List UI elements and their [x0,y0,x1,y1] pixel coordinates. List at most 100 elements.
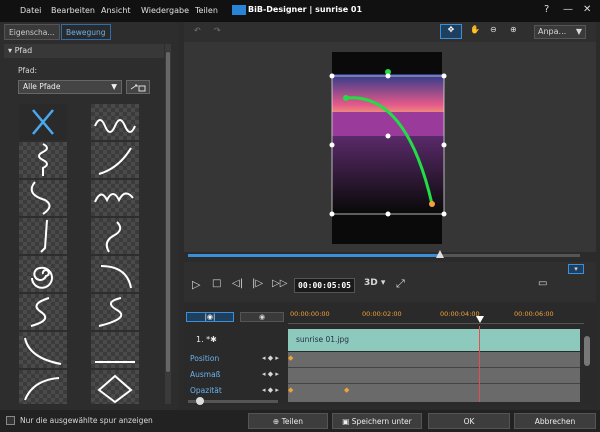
snapshot-icon[interactable]: ▭ [538,278,547,289]
path-none[interactable] [19,104,67,140]
minimize-icon[interactable]: — [563,4,573,15]
keyframe-nav-icon[interactable]: ◂ ◆ ▸ [262,386,279,394]
path-end-point[interactable] [429,201,435,207]
cancel-button[interactable]: Abbrechen [514,413,596,429]
timeline-ruler[interactable]: 00:00:00:00 00:00:02:00 00:00:04:00 00:0… [288,308,584,324]
only-selected-checkbox[interactable] [6,416,15,425]
path-swirl[interactable] [19,294,67,330]
zoom-in-icon[interactable]: ⊕ [510,25,517,34]
track-opazitaet[interactable]: Opazität [190,386,222,395]
chevron-down-icon: ▼ [575,27,582,36]
redo-icon[interactable]: ↷ [214,26,221,35]
path-diagonal[interactable] [19,332,67,368]
globe-icon: ⊕ [272,417,282,426]
keyframe-view-toggle[interactable]: ◉ [240,312,284,322]
hand-tool-icon[interactable]: ✋ [470,25,480,34]
next-frame-icon[interactable]: |▷ [252,278,263,289]
rise-path-icon [24,377,60,401]
playhead-handle[interactable] [436,250,444,258]
curve-path-icon [98,147,132,175]
path-wave-horizontal[interactable] [91,104,139,140]
undo-icon[interactable]: ↶ [194,26,201,35]
menu-wiedergabe[interactable]: Wiedergabe [141,6,189,15]
section-title: Pfad [14,46,33,55]
diagonal-path-icon [24,337,62,365]
preview-toolbar: ↶ ↷ ✥ ✋ ⊖ ⊕ Anpa... ▼ [184,22,596,42]
zoom-select[interactable]: Anpa... ▼ [534,25,586,39]
chevron-down-icon: ▼ [111,82,117,91]
cross-icon [32,109,54,135]
playhead-line [479,326,480,402]
keyframe-marker[interactable]: ◆ [344,386,349,394]
keyframe-nav-icon[interactable]: ◂ ◆ ▸ [262,370,279,378]
image-reflection [332,136,444,212]
select-tool-icon[interactable]: ✥ [440,24,462,39]
track-view-toggle[interactable]: |◉| [186,312,234,322]
keyframe-nav-icon[interactable]: ◂ ◆ ▸ [262,354,279,362]
path-arc[interactable] [91,256,139,292]
fast-forward-icon[interactable]: ▷▷ [272,278,287,289]
tab-bewegung[interactable]: Bewegung [61,24,111,40]
path-loops[interactable] [91,180,139,216]
preview-progress-rest [440,254,580,257]
path-diamond[interactable] [91,370,139,404]
timeline-scrollbar[interactable] [584,336,590,366]
track-ausmass[interactable]: Ausmaß [190,370,220,379]
line-path-icon [95,361,135,363]
keyframe-marker[interactable]: ◆ [288,354,293,362]
menu-bearbeiten[interactable]: Bearbeiten [51,6,95,15]
timecode-display[interactable]: 00:00:05:05 [294,278,355,293]
zigzag-path-icon [38,143,48,176]
tab-eigenschaften[interactable]: Eigenscha... [4,24,60,40]
fullscreen-icon[interactable]: ⤢ [396,277,405,291]
path-zigzag-down[interactable] [19,142,67,178]
custom-path-icon [130,84,146,92]
clip-name: sunrise 01.jpg [296,335,350,344]
menu-teilen[interactable]: Teilen [195,6,218,15]
path-start-point[interactable] [343,95,349,101]
path-line[interactable] [91,332,139,368]
custom-path-button[interactable] [126,80,150,94]
path-curve-up[interactable] [91,142,139,178]
path-rise[interactable] [19,370,67,404]
timeline-zoom-handle[interactable] [196,397,204,405]
path-s-curve[interactable] [19,180,67,216]
ruler-label: 00:00:00:00 [290,310,330,318]
close-icon[interactable]: ✕ [583,4,591,15]
stop-icon[interactable]: □ [212,278,221,289]
ruler-label: 00:00:04:00 [440,310,480,318]
timeline-playhead[interactable] [476,316,484,323]
prev-frame-icon[interactable]: ◁| [232,278,243,289]
section-pfad-header[interactable]: ▾ Pfad [4,44,164,58]
save-as-button[interactable]: ▣ Speichern unter [332,413,422,429]
swirl-path-icon [30,297,50,327]
window-title: BiB-Designer | sunrise 01 [248,5,363,14]
expand-icon[interactable]: ▾ [568,264,584,274]
spiral-path-icon [31,266,53,289]
path-hook[interactable] [91,218,139,254]
ruler-label: 00:00:02:00 [362,310,402,318]
path-s-bend[interactable] [91,294,139,330]
help-icon[interactable]: ? [544,4,549,15]
3d-label: 3D [364,278,378,288]
pip-object[interactable] [326,64,450,220]
track-position[interactable]: Position [190,354,219,363]
track-divider [288,383,580,384]
keyframe-marker[interactable]: ◆ [288,386,293,394]
zoom-out-icon[interactable]: ⊖ [490,25,497,34]
flower-field [332,112,444,136]
menu-ansicht[interactable]: Ansicht [101,6,131,15]
preview-progress[interactable] [188,254,440,257]
play-icon[interactable]: ▷ [192,278,200,291]
left-scrollbar-thumb[interactable] [166,52,170,372]
share-button[interactable]: ⊕ Teilen [248,413,328,429]
menu-datei[interactable]: Datei [20,6,41,15]
clip-bar[interactable]: sunrise 01.jpg [288,329,580,351]
3d-toggle[interactable]: 3D ▾ [364,278,385,288]
s-bend-path-icon [98,297,123,327]
ok-button[interactable]: OK [428,413,510,429]
clip-index: 1. *✱ [196,335,217,344]
pfad-select[interactable]: Alle Pfade ▼ [18,80,122,94]
path-vertical[interactable] [19,218,67,254]
path-spiral[interactable] [19,256,67,292]
